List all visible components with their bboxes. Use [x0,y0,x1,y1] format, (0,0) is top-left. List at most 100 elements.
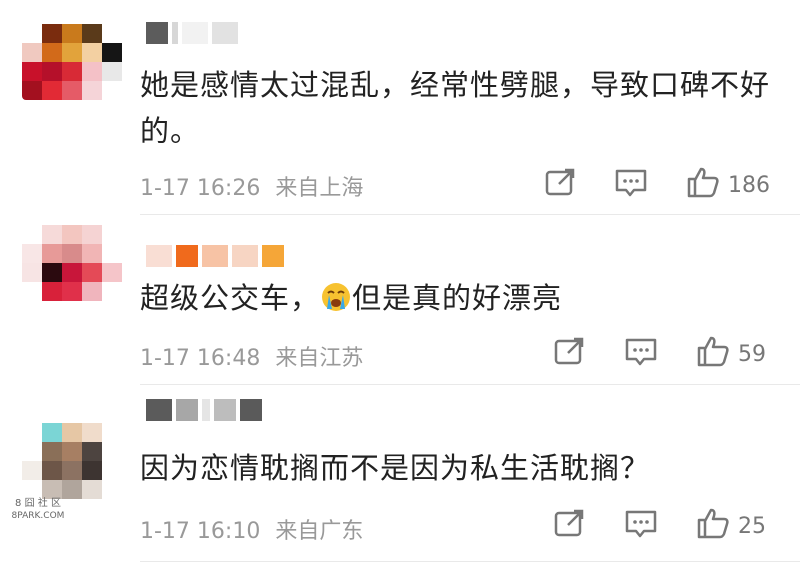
like-count: 25 [738,513,766,539]
avatar[interactable] [22,24,122,100]
avatar-pixel [42,263,62,282]
share-icon [554,509,586,545]
like-count: 186 [728,172,770,198]
avatar-pixel [82,24,102,43]
avatar-pixel [22,81,42,100]
avatar-pixel [102,461,122,480]
avatar-pixel [42,24,62,43]
avatar-pixel [62,24,82,43]
avatar-pixel [62,225,82,244]
avatar-pixel [102,244,122,263]
avatar-pixel [22,423,42,442]
avatar-pixel [22,24,42,43]
share-button[interactable] [545,168,577,204]
like-count: 59 [738,341,766,367]
username-pixel [232,245,258,267]
avatar-pixel [22,282,42,301]
comment-location: 来自江苏 [275,346,364,371]
avatar-pixel [82,263,102,282]
divider [140,561,800,562]
comment-button[interactable] [624,337,658,373]
avatar-pixel [102,423,122,442]
avatar-pixel [82,62,102,81]
avatar-pixel [22,263,42,282]
avatar-pixel [102,81,122,100]
avatar-pixel [82,480,102,499]
avatar-pixel [62,263,82,282]
avatar-pixel [42,62,62,81]
avatar-pixel [62,423,82,442]
avatar-pixel [42,43,62,62]
avatar[interactable] [22,225,122,301]
avatar-pixel [82,423,102,442]
comment-text-part: 超级公交车， [140,281,321,315]
username-pixel [172,22,178,44]
comment-meta: 1-17 16:10 来自广东 [140,513,363,545]
username-pixel [182,22,208,44]
watermark-url-text: 8PARK.COM [11,511,65,521]
avatar-pixel [82,81,102,100]
share-button[interactable] [554,337,586,373]
comment-text: 因为恋情耽搁而不是因为私生活耽搁？ [140,451,651,485]
comment-text: 超级公交车， 但是真的好漂亮 [140,275,780,321]
avatar-pixel [42,225,62,244]
comment-text: 她是感情太过混乱，经常性劈腿，导致口碑不好的。 [140,68,771,148]
avatar-pixel [102,480,122,499]
username-pixel [240,399,262,421]
comment-icon [624,337,658,373]
comment-date: 1-17 16:26 [140,176,261,201]
avatar-pixel [22,225,42,244]
comment-date: 1-17 16:48 [140,346,261,371]
avatar-pixel [22,461,42,480]
avatar[interactable] [22,423,122,499]
avatar-pixel [42,423,62,442]
avatar-pixel [22,442,42,461]
like-button[interactable]: 59 [696,335,766,373]
avatar-pixel [102,263,122,282]
avatar-pixel [102,24,122,43]
watermark: 8 囧 社 区 8PARK.COM [2,498,74,522]
username-blurred[interactable] [146,245,284,267]
share-icon [554,337,586,373]
avatar-pixel [42,282,62,301]
username-pixel [262,245,284,267]
share-icon [545,168,577,204]
avatar-pixel [62,244,82,263]
avatar-pixel [82,461,102,480]
username-blurred[interactable] [146,399,262,421]
comment-location: 来自上海 [275,176,364,201]
comment-text-part: 但是真的好漂亮 [352,281,563,315]
avatar-pixel [22,43,42,62]
comment-icon [624,509,658,545]
avatar-pixel [102,43,122,62]
thumbs-up-icon [696,507,730,545]
avatar-pixel [102,442,122,461]
username-pixel [146,399,172,421]
avatar-pixel [82,225,102,244]
avatar-pixel [102,225,122,244]
avatar-pixel [62,480,82,499]
avatar-pixel [62,43,82,62]
username-pixel [214,399,236,421]
username-pixel [202,245,228,267]
comment-meta: 1-17 16:48 来自江苏 [140,340,363,372]
comment-icon [614,168,648,204]
avatar-pixel [82,442,102,461]
avatar-pixel [82,244,102,263]
avatar-pixel [22,62,42,81]
comment-button[interactable] [614,168,648,204]
avatar-pixel [22,244,42,263]
avatar-pixel [62,282,82,301]
avatar-pixel [62,81,82,100]
watermark-logo-text: 8 囧 社 区 [15,498,61,509]
like-button[interactable]: 186 [686,166,770,204]
comment-item: 她是感情太过混乱，经常性劈腿，导致口碑不好的。 1-17 16:26 来自上海 … [0,0,800,215]
username-pixel [212,22,238,44]
username-blurred[interactable] [146,22,238,44]
avatar-pixel [42,244,62,263]
share-button[interactable] [554,509,586,545]
avatar-pixel [42,81,62,100]
avatar-pixel [102,282,122,301]
comment-button[interactable] [624,509,658,545]
like-button[interactable]: 25 [696,507,766,545]
